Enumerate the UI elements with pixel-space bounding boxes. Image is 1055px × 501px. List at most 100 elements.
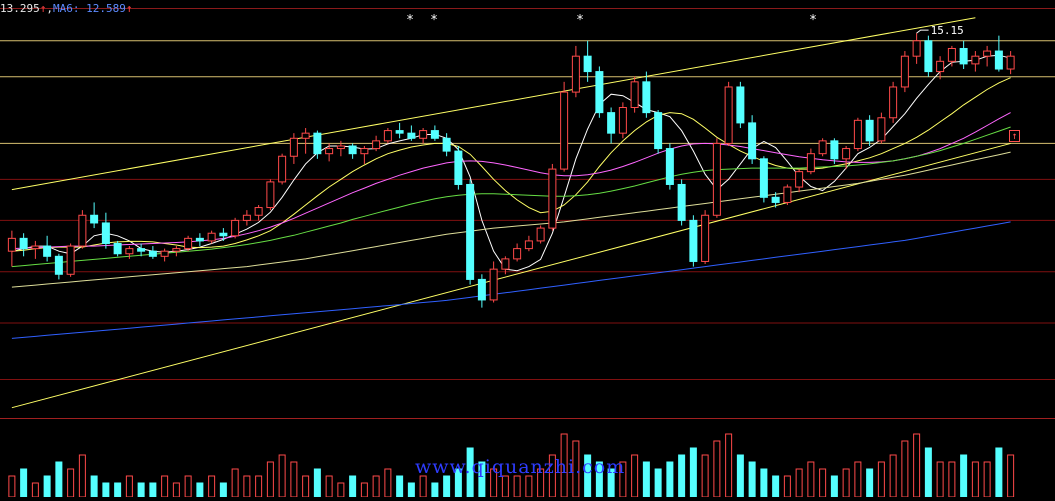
candle-down (665, 148, 674, 185)
candle-down (689, 219, 698, 262)
candle-down (830, 140, 839, 160)
candle-down (642, 81, 651, 114)
volume-bar (372, 475, 380, 498)
candle-up (336, 145, 345, 150)
candle-down (442, 137, 451, 152)
volume-bar (631, 454, 639, 498)
header-separator: , (46, 2, 53, 15)
candle-down (959, 47, 968, 65)
volume-bar (795, 468, 803, 498)
volume-bar (713, 440, 721, 498)
volume-bar (830, 475, 838, 498)
ma6-up-arrow: ↑ (125, 2, 133, 15)
volume-bar (161, 475, 169, 498)
volume-bar (783, 475, 791, 498)
buy-signal-icon[interactable]: ↑ (1009, 130, 1020, 142)
volume-bar (866, 468, 874, 498)
candle-up (971, 55, 980, 65)
candle-down (748, 122, 757, 160)
volume-bar (419, 475, 427, 498)
volume-bar (313, 468, 321, 498)
candle-down (407, 132, 416, 139)
candle-up (31, 245, 40, 250)
volume-bar (384, 468, 392, 498)
volume-bar (725, 433, 733, 498)
candle-up (125, 248, 134, 255)
volume-bar (102, 482, 110, 498)
candle-up (266, 181, 275, 209)
candle-up (912, 40, 921, 57)
volume-bar (184, 475, 192, 498)
volume-bar (513, 475, 521, 498)
volume-bar (995, 447, 1003, 498)
candle-up (842, 148, 851, 160)
candle-up (571, 55, 580, 93)
candle-up (184, 237, 193, 250)
volume-bar (8, 475, 16, 498)
volume-bar (67, 468, 75, 498)
candle-down (43, 245, 52, 257)
candle-down (148, 250, 157, 257)
volume-bar (208, 475, 216, 498)
candle-up (513, 248, 522, 260)
candle-up (712, 142, 721, 216)
volume-bar (842, 468, 850, 498)
annotations: * * * * 15.15 (406, 13, 964, 37)
candle-up (383, 130, 392, 142)
trend-line-upper (11, 17, 976, 191)
candle-down (924, 40, 933, 73)
peak-price-label: 15.15 (931, 24, 964, 37)
candle-up (889, 86, 898, 119)
candle-up (301, 132, 310, 139)
candle-up (501, 258, 510, 270)
candle-down (219, 232, 228, 237)
volume-bar (960, 454, 968, 498)
candle-up (289, 137, 298, 157)
volume-bar (255, 475, 263, 498)
candle-up (372, 140, 381, 150)
candle-up (536, 227, 545, 242)
candle-down (195, 237, 204, 242)
candle-up (795, 171, 804, 188)
candle-down (113, 242, 122, 255)
volume-bar (501, 475, 509, 498)
ma60-line (11, 151, 1011, 288)
volume-bar (90, 475, 98, 498)
candle-up (983, 50, 992, 57)
candle-up (242, 214, 251, 221)
candle-down (395, 130, 404, 134)
marker-star: * (430, 13, 438, 28)
volume-bar (924, 447, 932, 498)
volume-bar (642, 461, 650, 498)
volume-bar (231, 468, 239, 498)
candlestick-chart-svg: * * * * 15.15 (0, 8, 1055, 498)
volume-bar (172, 482, 180, 498)
candle-up (900, 55, 909, 88)
volume-bar (736, 454, 744, 498)
ma120-line (11, 221, 1011, 339)
moving-average-lines (11, 54, 1011, 339)
volume-bar (290, 461, 298, 498)
volume-bar (196, 482, 204, 498)
volume-bar (278, 454, 286, 498)
volume-bar (689, 447, 697, 498)
volume-bar (114, 482, 122, 498)
volume-bar (948, 461, 956, 498)
volume-bar (219, 482, 227, 498)
volume-bar (302, 475, 310, 498)
volume-bar (654, 468, 662, 498)
candle-up (160, 250, 169, 257)
candle-down (759, 158, 768, 198)
candle-up (231, 219, 240, 237)
candle-down (771, 196, 780, 203)
volume-bar (1007, 454, 1015, 498)
volume-bar (325, 475, 333, 498)
volume-bar (20, 468, 28, 498)
volume-bar (31, 482, 39, 498)
candle-up (806, 153, 815, 173)
indicator-header: 13.295↑,MA6: 12.589↑ (0, 1, 132, 17)
candle-up (7, 237, 16, 252)
candle-down (677, 183, 686, 221)
volume-bar (137, 482, 145, 498)
candle-down (466, 183, 475, 280)
